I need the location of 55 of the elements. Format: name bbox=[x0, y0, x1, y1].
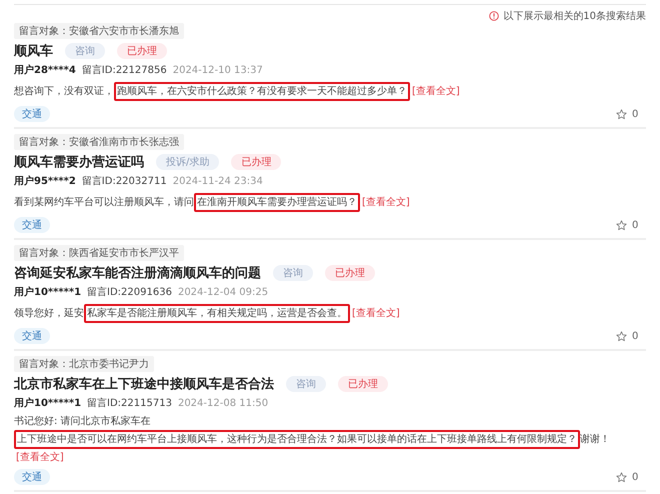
message-title[interactable]: 咨询延安私家车能否注册滴滴顺风车的问题 bbox=[14, 264, 261, 282]
body-text: 谢谢！ bbox=[580, 433, 610, 446]
type-tag: 咨询 bbox=[65, 43, 105, 59]
like-count: 0 bbox=[632, 472, 640, 482]
highlighted-text: 在淮南开顺风车需要办理营运证吗？ bbox=[194, 193, 360, 212]
message-id: 留言ID:22032711 bbox=[82, 174, 167, 188]
view-full-link[interactable]: [查看全文] bbox=[412, 85, 460, 98]
like-count: 0 bbox=[632, 108, 640, 120]
user-name: 用户95****2 bbox=[14, 174, 76, 188]
message-title[interactable]: 顺风车需要办营运证吗 bbox=[14, 153, 144, 171]
type-tag: 投诉/求助 bbox=[156, 154, 220, 170]
body-text: 看到某网约车平台可以注册顺风车，请问 bbox=[14, 196, 194, 209]
user-name: 用户28****4 bbox=[14, 63, 76, 77]
user-name: 用户10*****1 bbox=[14, 285, 82, 299]
notice-text: 以下展示最相关的10条搜索结果 bbox=[503, 10, 646, 23]
target-label: 留言对象：陕西省延安市市长严汉平 bbox=[14, 245, 184, 261]
body-text: 想咨询下，没有双证， bbox=[14, 85, 114, 98]
highlighted-text: 上下班途中是否可以在网约车平台上接顺风车，这种行为是否合理合法？如果可以接单的话在上下班接单路线上有何限制规定？ bbox=[14, 430, 580, 449]
view-full-link[interactable]: [查看全文] bbox=[352, 307, 400, 320]
category-tag: 交通 bbox=[14, 217, 50, 233]
status-tag: 已办理 bbox=[325, 265, 375, 281]
target-label: 留言对象：安徽省六安市市长潘东旭 bbox=[14, 23, 184, 39]
view-full-link[interactable]: [查看全文] bbox=[16, 451, 64, 464]
like-count: 0 bbox=[632, 330, 640, 342]
star-icon[interactable] bbox=[616, 472, 627, 482]
timestamp: 2024-12-04 09:25 bbox=[178, 286, 268, 298]
message-title[interactable]: 北京市私家车在上下班途中接顺风车是否合法 bbox=[14, 375, 274, 393]
user-name: 用户10*****1 bbox=[14, 396, 82, 410]
message-id: 留言ID:22091636 bbox=[87, 286, 172, 299]
type-tag: 咨询 bbox=[273, 265, 313, 281]
body-text: 书记您好: 请问北京市私家车在 bbox=[14, 415, 151, 428]
category-tag: 交通 bbox=[14, 469, 50, 485]
like-count: 0 bbox=[632, 220, 640, 230]
type-tag: 咨询 bbox=[286, 376, 326, 392]
status-tag: 已办理 bbox=[338, 376, 388, 392]
category-tag: 交通 bbox=[14, 328, 50, 344]
timestamp: 2024-12-10 13:37 bbox=[172, 64, 263, 76]
view-full-link[interactable]: [查看全文] bbox=[362, 196, 410, 209]
highlighted-text: 跑顺风车，在六安市什么政策？有没有要求一天不能超过多少单？ bbox=[114, 82, 410, 101]
star-icon[interactable] bbox=[616, 108, 627, 120]
star-icon[interactable] bbox=[616, 220, 627, 230]
body-text: 领导您好，延安 bbox=[14, 307, 84, 320]
status-tag: 已办理 bbox=[117, 43, 167, 59]
timestamp: 2024-12-08 11:50 bbox=[178, 398, 268, 408]
target-label: 留言对象：北京市委书记尹力 bbox=[14, 356, 154, 372]
category-tag: 交通 bbox=[14, 106, 50, 122]
target-label: 留言对象：安徽省淮南市市长张志强 bbox=[14, 134, 184, 150]
message-id: 留言ID:22115713 bbox=[87, 396, 172, 410]
timestamp: 2024-11-24 23:34 bbox=[172, 176, 263, 186]
star-icon[interactable] bbox=[616, 330, 627, 342]
highlighted-text: 私家车是否能注册顺风车，有相关规定吗，运营是否会查。 bbox=[84, 304, 350, 323]
info-icon bbox=[489, 11, 500, 21]
message-title[interactable]: 顺风车 bbox=[14, 42, 53, 60]
message-id: 留言ID:22127856 bbox=[82, 64, 167, 77]
status-tag: 已办理 bbox=[231, 154, 282, 170]
